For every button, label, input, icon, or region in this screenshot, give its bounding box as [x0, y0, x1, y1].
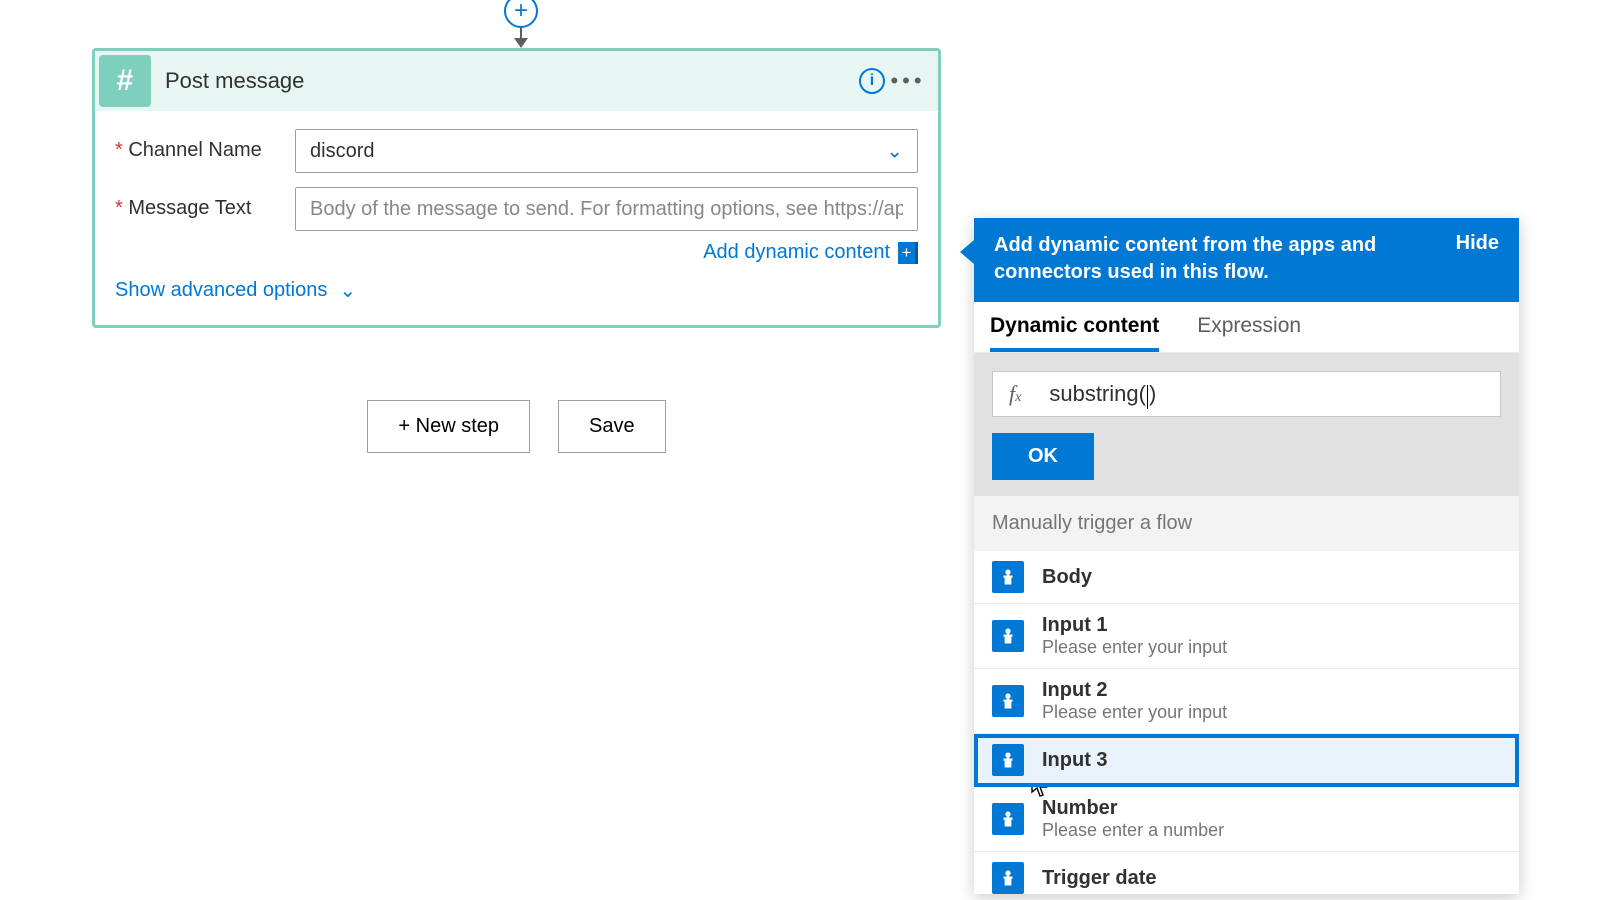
- dynamic-item-name: Number: [1042, 797, 1224, 820]
- dynamic-item-body[interactable]: Body: [974, 551, 1519, 604]
- hide-button[interactable]: Hide: [1456, 232, 1499, 286]
- flow-trigger-icon: [992, 685, 1024, 717]
- dynamic-item-trigger-date[interactable]: Trigger date: [974, 852, 1519, 894]
- dynamic-item-input-2[interactable]: Input 2Please enter your input: [974, 669, 1519, 734]
- dynamic-item-input-3[interactable]: Input 3: [974, 734, 1519, 787]
- dynamic-item-desc: Please enter your input: [1042, 637, 1227, 658]
- add-step-connector[interactable]: +: [504, 0, 538, 45]
- fx-icon: fx: [1009, 381, 1021, 407]
- channel-select[interactable]: discord ⌄: [295, 129, 918, 173]
- add-dynamic-content-row: Add dynamic content +: [295, 241, 918, 264]
- new-step-button[interactable]: + New step: [367, 400, 530, 453]
- dynamic-item-desc: Please enter a number: [1042, 820, 1224, 841]
- ellipsis-icon: •••: [890, 68, 925, 94]
- flyout-tabs: Dynamic content Expression: [974, 302, 1519, 353]
- info-button[interactable]: i: [854, 63, 890, 99]
- dynamic-item-name: Trigger date: [1042, 867, 1156, 890]
- channel-value: discord: [310, 140, 374, 163]
- card-header[interactable]: # Post message i •••: [95, 51, 938, 111]
- dynamic-content-list: BodyInput 1Please enter your inputInput …: [974, 551, 1519, 894]
- action-card-post-message: # Post message i ••• * Channel Name disc…: [92, 48, 941, 328]
- info-icon: i: [859, 68, 885, 94]
- dynamic-item-input-1[interactable]: Input 1Please enter your input: [974, 604, 1519, 669]
- dynamic-item-name: Input 3: [1042, 749, 1108, 772]
- expression-text: substring(): [1049, 381, 1156, 407]
- card-title: Post message: [165, 68, 854, 94]
- message-text-field[interactable]: [310, 198, 903, 221]
- ok-button[interactable]: OK: [992, 433, 1094, 480]
- expression-input[interactable]: fx substring(): [992, 371, 1501, 417]
- flow-trigger-icon: [992, 561, 1024, 593]
- flow-trigger-icon: [992, 620, 1024, 652]
- footer-buttons: + New step Save: [92, 400, 941, 453]
- message-input[interactable]: [295, 187, 918, 231]
- connector-icon: #: [99, 55, 151, 107]
- dynamic-content-flyout: Add dynamic content from the apps and co…: [974, 218, 1519, 894]
- field-channel-name: * Channel Name discord ⌄: [115, 129, 918, 173]
- flow-trigger-icon: [992, 744, 1024, 776]
- more-button[interactable]: •••: [890, 63, 926, 99]
- show-advanced-options[interactable]: Show advanced options ⌄: [115, 278, 918, 303]
- flyout-header: Add dynamic content from the apps and co…: [974, 218, 1519, 302]
- flow-trigger-icon: [992, 862, 1024, 894]
- add-dynamic-plus-icon[interactable]: +: [898, 242, 918, 264]
- channel-label: * Channel Name: [115, 129, 295, 162]
- add-dynamic-content-link[interactable]: Add dynamic content: [703, 241, 890, 264]
- flyout-intro: Add dynamic content from the apps and co…: [994, 232, 1442, 286]
- dynamic-item-name: Input 1: [1042, 614, 1227, 637]
- message-label: * Message Text: [115, 187, 295, 220]
- arrow-down-icon: [520, 27, 522, 45]
- tab-dynamic-content[interactable]: Dynamic content: [990, 314, 1159, 352]
- hash-icon: #: [117, 64, 134, 98]
- field-message-text: * Message Text: [115, 187, 918, 231]
- dynamic-item-name: Input 2: [1042, 679, 1227, 702]
- chevron-down-icon: ⌄: [339, 278, 356, 303]
- section-manually-trigger: Manually trigger a flow: [974, 496, 1519, 551]
- tab-expression[interactable]: Expression: [1197, 314, 1301, 352]
- chevron-down-icon: ⌄: [886, 139, 903, 164]
- plus-icon: +: [504, 0, 538, 28]
- save-button[interactable]: Save: [558, 400, 666, 453]
- dynamic-item-name: Body: [1042, 566, 1092, 589]
- expression-editor-zone: fx substring() OK: [974, 353, 1519, 496]
- flow-trigger-icon: [992, 803, 1024, 835]
- dynamic-item-number[interactable]: NumberPlease enter a number: [974, 787, 1519, 852]
- dynamic-item-desc: Please enter your input: [1042, 702, 1227, 723]
